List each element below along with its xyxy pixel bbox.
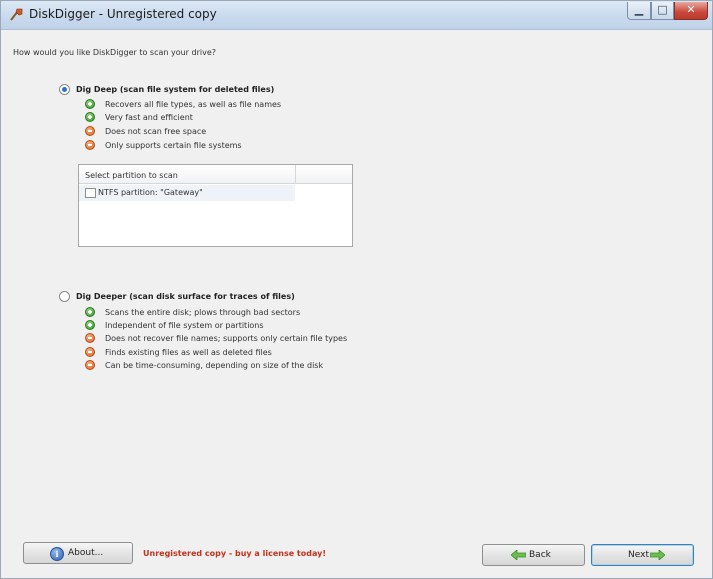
feature-text: Does not recover file names; supports on… [105, 333, 348, 343]
feature-item: Can be time-consuming, depending on size… [85, 360, 323, 370]
minus-icon [85, 347, 95, 357]
plus-icon [85, 99, 95, 109]
about-label: About... [68, 548, 104, 558]
feature-text: Scans the entire disk; plows through bad… [105, 307, 301, 317]
next-button[interactable]: Next [591, 544, 694, 566]
dig-deeper-label: Dig Deeper (scan disk surface for traces… [76, 292, 295, 301]
maximize-button[interactable]: □ [651, 2, 674, 20]
title-bar[interactable]: DiskDigger - Unregistered copy ▁ □ ✕ [1, 1, 712, 30]
feature-item: Does not recover file names; supports on… [85, 333, 347, 343]
partition-column-header: Select partition to scan [85, 171, 178, 180]
feature-text: Does not scan free space [105, 126, 207, 136]
close-button[interactable]: ✕ [674, 2, 708, 20]
feature-text: Finds existing files as well as deleted … [105, 347, 272, 357]
feature-item: Independent of file system or partitions [85, 320, 264, 330]
dig-deep-radio[interactable] [59, 84, 70, 95]
next-arrow-icon [650, 550, 665, 560]
feature-item: Scans the entire disk; plows through bad… [85, 307, 300, 317]
column-divider [295, 165, 296, 183]
dig-deep-option[interactable]: Dig Deep (scan file system for deleted f… [59, 84, 274, 95]
about-button[interactable]: i About... [23, 542, 133, 564]
back-button[interactable]: Back [482, 544, 585, 566]
minimize-button[interactable]: ▁ [627, 2, 651, 20]
feature-text: Can be time-consuming, depending on size… [105, 360, 324, 370]
back-label: Back [529, 550, 551, 560]
feature-text: Very fast and efficient [105, 112, 193, 122]
plus-icon [85, 320, 95, 330]
partition-list[interactable]: Select partition to scan NTFS partition:… [78, 164, 353, 247]
feature-item: Recovers all file types, as well as file… [85, 99, 281, 109]
feature-item: Does not scan free space [85, 126, 206, 136]
feature-text: Only supports certain file systems [105, 140, 242, 150]
feature-item: Very fast and efficient [85, 112, 193, 122]
dig-deeper-option[interactable]: Dig Deeper (scan disk surface for traces… [59, 291, 295, 302]
maximize-icon: □ [657, 3, 668, 16]
unregistered-notice[interactable]: Unregistered copy - buy a license today! [143, 549, 326, 558]
minus-icon [85, 360, 95, 370]
dig-deep-label: Dig Deep (scan file system for deleted f… [76, 85, 275, 94]
partition-label: NTFS partition: "Gateway" [98, 188, 203, 197]
partition-list-header: Select partition to scan [79, 165, 352, 184]
minus-icon [85, 333, 95, 343]
close-icon: ✕ [686, 3, 696, 16]
dig-deeper-radio[interactable] [59, 291, 70, 302]
minimize-icon: ▁ [634, 3, 644, 16]
minus-icon [85, 126, 95, 136]
plus-icon [85, 112, 95, 122]
back-arrow-icon [511, 550, 526, 560]
feature-item: Finds existing files as well as deleted … [85, 347, 272, 357]
next-label: Next [628, 550, 649, 560]
feature-item: Only supports certain file systems [85, 140, 242, 150]
plus-icon [85, 307, 95, 317]
feature-text: Recovers all file types, as well as file… [105, 99, 282, 109]
scan-question: How would you like DiskDigger to scan yo… [13, 48, 217, 57]
info-icon: i [50, 547, 64, 561]
window-title: DiskDigger - Unregistered copy [29, 7, 217, 21]
partition-checkbox[interactable] [85, 188, 96, 198]
partition-row[interactable]: NTFS partition: "Gateway" [79, 185, 295, 201]
feature-text: Independent of file system or partitions [105, 320, 264, 330]
minus-icon [85, 140, 95, 150]
app-shovel-icon [10, 8, 23, 21]
diskdigger-window: DiskDigger - Unregistered copy ▁ □ ✕ How… [0, 0, 713, 579]
